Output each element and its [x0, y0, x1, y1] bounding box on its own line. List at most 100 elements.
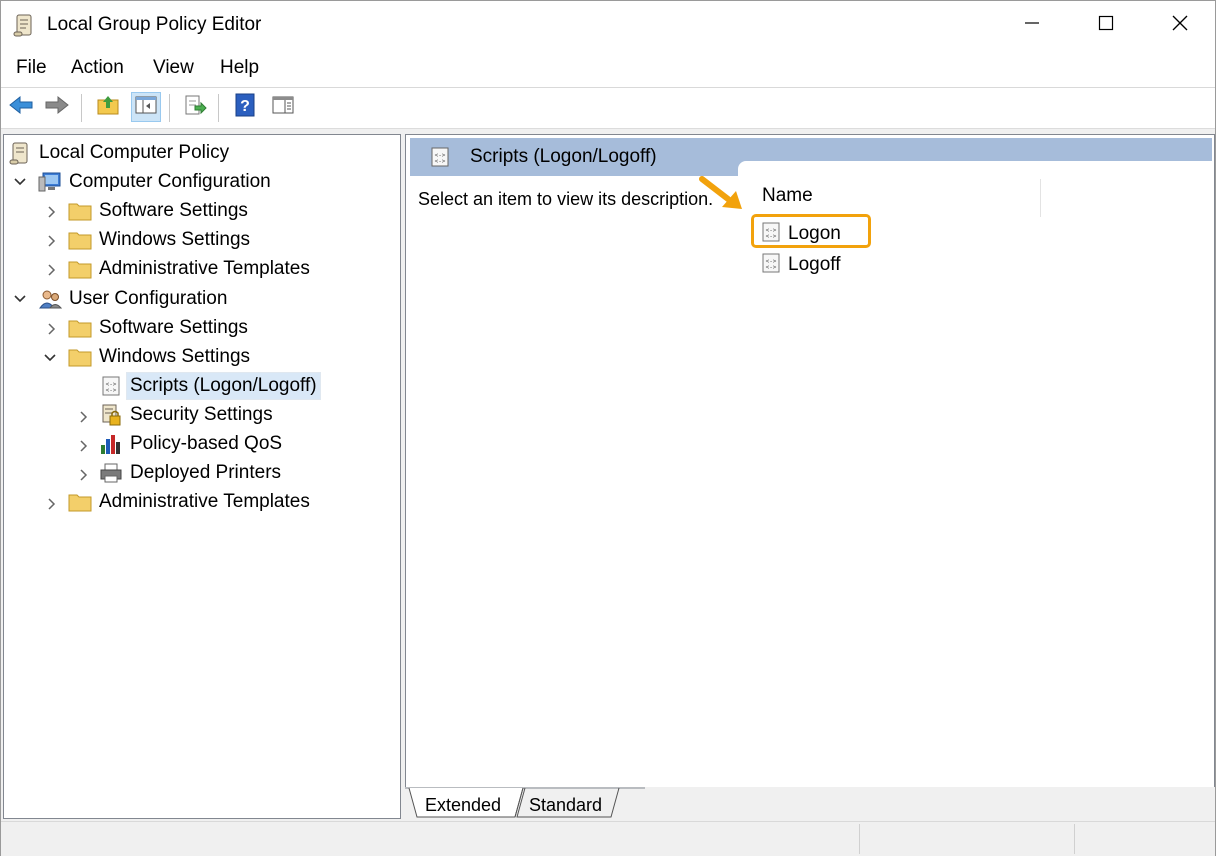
tree-label: Computer Configuration: [69, 171, 271, 192]
chevron-down-icon[interactable]: [12, 291, 28, 307]
details-header-title: Scripts (Logon/Logoff): [470, 146, 657, 167]
tree-node-policy-based-qos[interactable]: Policy-based QoS: [99, 430, 285, 458]
column-header-name[interactable]: Name: [762, 185, 813, 207]
up-one-level-button[interactable]: [93, 92, 123, 122]
tree-node-computer-configuration[interactable]: Computer Configuration: [38, 168, 274, 196]
chevron-right-icon[interactable]: [44, 496, 60, 512]
tree-node-user-windows-settings[interactable]: Windows Settings: [68, 343, 253, 371]
back-button[interactable]: [6, 92, 36, 122]
tree-node-scripts-logon-logoff[interactable]: <-> <-> Scripts (Logon/Logoff): [99, 372, 321, 400]
tree-label: Security Settings: [130, 404, 273, 425]
tree-label: Local Computer Policy: [39, 142, 230, 163]
menu-action[interactable]: Action: [68, 57, 127, 79]
help-button[interactable]: ?: [230, 92, 260, 122]
tree-node-security-settings[interactable]: Security Settings: [99, 401, 276, 429]
tree-label: Windows Settings: [99, 229, 251, 250]
details-pane: <-> <-> Scripts (Logon/Logoff) Select an …: [405, 134, 1215, 789]
script-icon: <-> <->: [760, 252, 782, 279]
status-divider: [859, 824, 860, 854]
chevron-down-icon[interactable]: [12, 174, 28, 190]
status-divider: [1074, 824, 1075, 854]
app-window: Local Group Policy Editor File Action Vi…: [0, 0, 1216, 856]
console-tree[interactable]: Local Computer Policy Computer Configura…: [3, 134, 401, 819]
folder-icon: [68, 228, 92, 252]
properties-view-icon: [271, 94, 295, 121]
menu-help[interactable]: Help: [217, 57, 262, 79]
forward-arrow-icon: [44, 94, 70, 121]
menu-bar: File Action View Help: [1, 49, 1215, 88]
close-button[interactable]: [1143, 1, 1216, 49]
svg-text:<->: <->: [106, 387, 117, 394]
tree-label: Software Settings: [99, 317, 248, 338]
folder-icon: [68, 199, 92, 223]
menu-file[interactable]: File: [13, 57, 50, 79]
status-bar: [1, 821, 1215, 856]
tree-label: Windows Settings: [99, 346, 251, 367]
folder-icon: [68, 257, 92, 281]
callout-arrow-icon: [699, 176, 742, 209]
tab-standard[interactable]: Standard: [529, 795, 602, 816]
script-icon: <-> <->: [428, 145, 452, 169]
title-bar[interactable]: Local Group Policy Editor: [1, 1, 1215, 49]
export-list-button[interactable]: [180, 92, 210, 122]
folder-icon: [68, 316, 92, 340]
tree-label: Scripts (Logon/Logoff): [126, 372, 321, 400]
items-list[interactable]: Name <-> <-> Logon <-> <-> Logoff: [738, 161, 1214, 786]
folder-icon: [68, 345, 92, 369]
description-prompt: Select an item to view its description.: [418, 189, 714, 209]
chevron-right-icon[interactable]: [44, 321, 60, 337]
chevron-right-icon[interactable]: [76, 467, 92, 483]
chevron-right-icon[interactable]: [76, 438, 92, 454]
forward-button[interactable]: [42, 92, 72, 122]
toolbar-separator: [81, 94, 82, 122]
tree-node-user-administrative-templates[interactable]: Administrative Templates: [68, 488, 313, 516]
toolbar-separator: [218, 94, 219, 122]
svg-text:?: ?: [240, 98, 250, 115]
chevron-right-icon[interactable]: [44, 262, 60, 278]
tree-label: Policy-based QoS: [130, 433, 283, 454]
back-arrow-icon: [8, 94, 34, 121]
column-divider[interactable]: [1040, 179, 1041, 217]
show-hide-console-tree-button[interactable]: [131, 92, 161, 122]
up-folder-icon: [96, 94, 120, 121]
list-item-logoff[interactable]: <-> <-> Logoff: [760, 251, 840, 279]
tree-node-user-configuration[interactable]: User Configuration: [38, 285, 230, 313]
svg-text:<->: <->: [766, 264, 777, 271]
maximize-icon: [1098, 15, 1114, 36]
chevron-right-icon[interactable]: [44, 233, 60, 249]
window-title: Local Group Policy Editor: [47, 14, 262, 35]
tree-label: Software Settings: [99, 200, 248, 221]
tree-node-computer-administrative-templates[interactable]: Administrative Templates: [68, 255, 313, 283]
security-lock-icon: [99, 403, 123, 427]
tab-extended[interactable]: Extended: [425, 795, 501, 816]
computer-icon: [38, 170, 62, 194]
toolbar-separator: [169, 94, 170, 122]
properties-view-button[interactable]: [268, 92, 298, 122]
chevron-right-icon[interactable]: [44, 204, 60, 220]
policy-scroll-icon: [13, 13, 35, 37]
view-tabs: Extended Standard: [405, 787, 1215, 819]
show-hide-tree-icon: [134, 94, 158, 121]
chevron-right-icon[interactable]: [76, 409, 92, 425]
script-icon: <-> <->: [99, 374, 123, 398]
bar-chart-icon: [99, 432, 123, 456]
menu-view[interactable]: View: [150, 57, 197, 79]
maximize-button[interactable]: [1069, 1, 1143, 49]
printer-icon: [99, 461, 123, 485]
list-item-label: Logoff: [788, 254, 841, 275]
tree-node-computer-windows-settings[interactable]: Windows Settings: [68, 226, 253, 254]
minimize-button[interactable]: [995, 1, 1069, 49]
minimize-icon: [1024, 15, 1040, 36]
tree-node-local-computer-policy[interactable]: Local Computer Policy: [8, 139, 232, 167]
users-icon: [38, 287, 62, 311]
tree-label: Administrative Templates: [99, 258, 310, 279]
help-icon: ?: [234, 93, 256, 122]
toolbar: ?: [1, 88, 1215, 129]
chevron-down-icon[interactable]: [42, 350, 58, 366]
tree-label: Deployed Printers: [130, 462, 282, 483]
tree-node-computer-software-settings[interactable]: Software Settings: [68, 197, 251, 225]
tree-label: Administrative Templates: [99, 491, 310, 512]
logon-highlight-box: [751, 214, 871, 248]
tree-node-deployed-printers[interactable]: Deployed Printers: [99, 459, 284, 487]
tree-node-user-software-settings[interactable]: Software Settings: [68, 314, 251, 342]
